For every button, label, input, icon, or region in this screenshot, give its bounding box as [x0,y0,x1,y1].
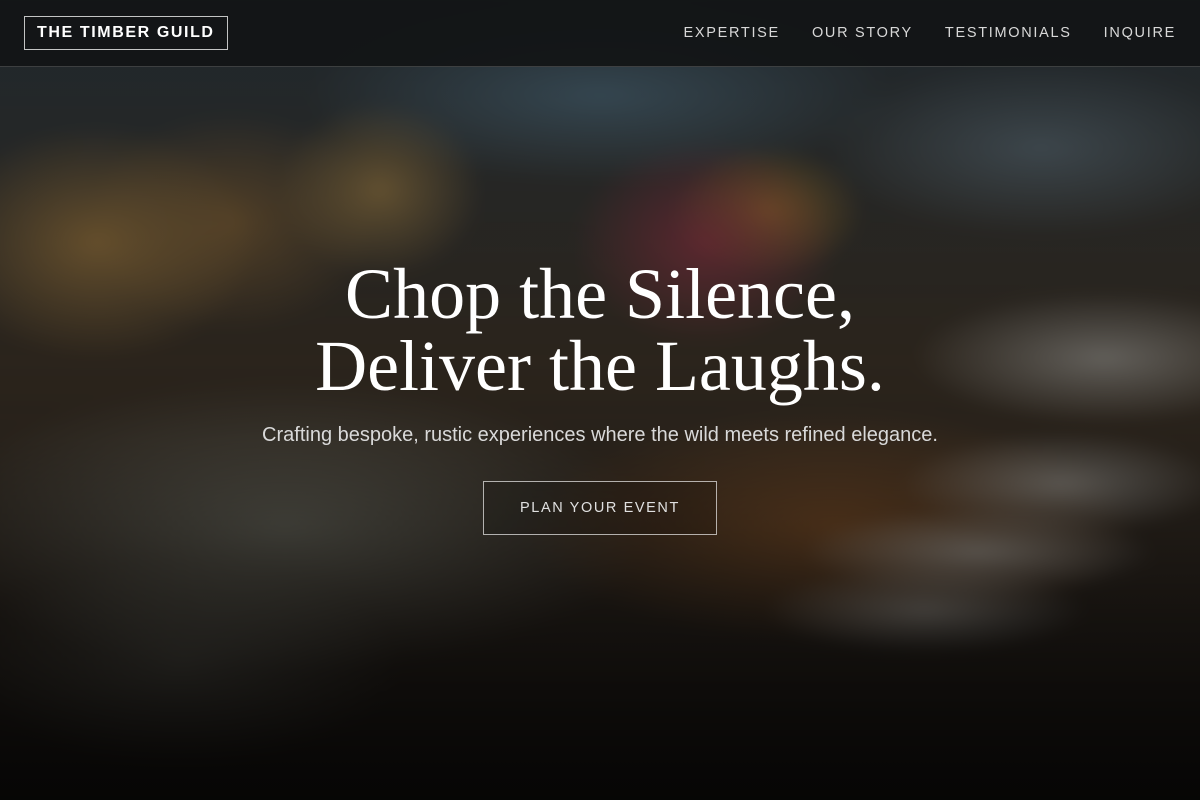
hero-section: Chop the Silence, Deliver the Laughs. Cr… [0,258,1200,535]
main-nav: EXPERTISE OUR STORY TESTIMONIALS INQUIRE [684,25,1177,41]
nav-link-inquire[interactable]: INQUIRE [1104,25,1176,41]
hero-title: Chop the Silence, Deliver the Laughs. [0,258,1200,402]
hero-title-line-1: Chop the Silence, [345,254,855,334]
site-logo[interactable]: THE TIMBER GUILD [24,16,228,50]
hero-subtitle: Crafting bespoke, rustic experiences whe… [262,424,938,446]
nav-link-our-story[interactable]: OUR STORY [812,25,913,41]
nav-link-testimonials[interactable]: TESTIMONIALS [945,25,1072,41]
hero-title-line-2: Deliver the Laughs. [315,326,885,406]
plan-event-button[interactable]: PLAN YOUR EVENT [483,481,717,535]
site-header: THE TIMBER GUILD EXPERTISE OUR STORY TES… [0,0,1200,67]
nav-link-expertise[interactable]: EXPERTISE [684,25,780,41]
